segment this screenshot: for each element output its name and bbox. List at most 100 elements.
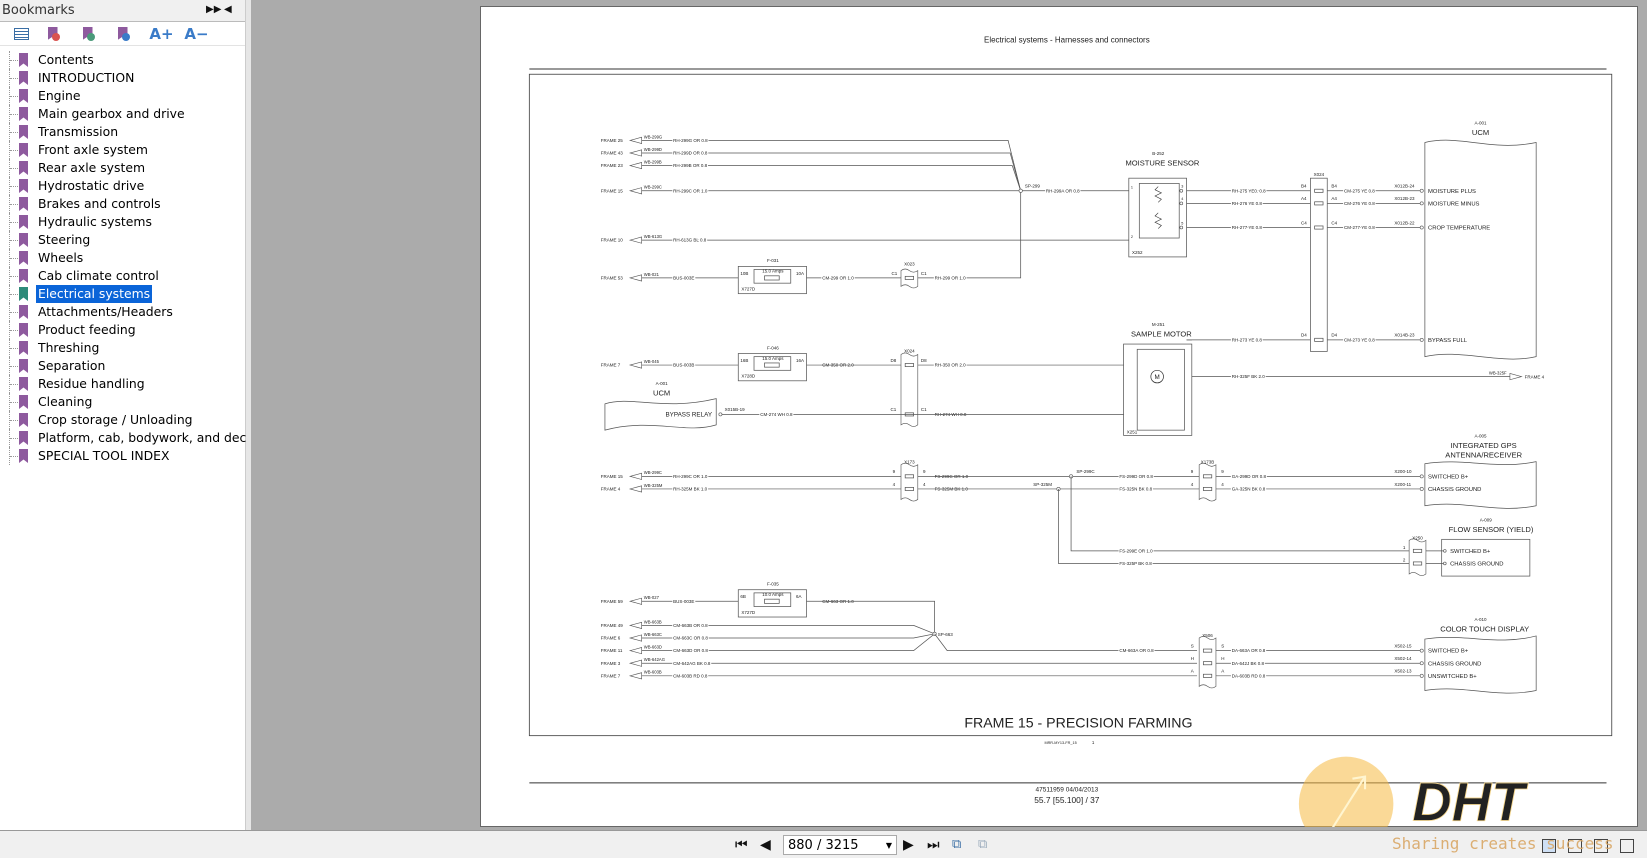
wire-tag: WB-325M [644,483,663,488]
connector-pin: C4 [1301,220,1307,225]
bookmark-item[interactable]: Residue handling [0,375,246,393]
bookmark-item[interactable]: Hydraulic systems [0,213,246,231]
ucm-pin: X012B-22 [1394,220,1415,225]
collapse-panel-icon[interactable]: ◀ [224,4,232,15]
harness-connector-icon [628,149,642,157]
harness-connector-icon [1509,373,1523,381]
first-page-button[interactable]: ⏮ [735,837,748,853]
bookmark-item[interactable]: Steering [0,231,246,249]
bookmark-item[interactable]: Threshing [0,339,246,357]
bookmark-item[interactable]: Wheels [0,249,246,267]
wire-tag: WB-663B [644,619,662,624]
connector-x024 [1310,177,1328,352]
connector-x023 [900,268,919,289]
bookmark-item[interactable]: Hydrostatic drive [0,177,246,195]
frame-ref: FRAME 23 [601,163,624,168]
fuse-connector: X727D [741,287,756,292]
previous-view-icon[interactable]: ⧉ [952,837,961,852]
next-page-button[interactable]: ▶ [903,837,914,853]
pin-icon [1419,337,1424,342]
fuse-id: F-046 [767,345,779,350]
bookmark-item[interactable]: SPECIAL TOOL INDEX [0,447,246,465]
increase-font-icon[interactable]: A+ [144,23,179,45]
frame-ref: FRAME 53 [601,275,624,280]
flow-signal: CHASSIS GROUND [1450,562,1503,568]
component-name: FLOW SENSOR (YIELD) [1449,525,1534,534]
wire-label: RH-299C OR 1.0 [673,188,708,193]
previous-page-button[interactable]: ◀ [760,837,771,853]
continuous-facing-view-icon[interactable] [1620,839,1634,853]
bookmark-item[interactable]: INTRODUCTION [0,69,246,87]
connector-id: X173 [904,460,915,465]
pin-number: 3 [1181,185,1183,189]
connector-pin: 9 [1191,469,1194,474]
connector-pin: H [1221,656,1224,661]
pin-icon [1419,673,1424,678]
wire-label: CM-603B RD 0.8 [673,673,708,678]
go-to-bookmark-icon[interactable] [109,23,144,45]
bookmark-item[interactable]: Platform, cab, bodywork, and decals [0,429,264,447]
component-name: ANTENNA/RECEIVER [1445,450,1522,459]
harness-connector-icon [628,647,642,655]
bookmark-label: Main gearbox and drive [38,106,185,121]
bookmark-item[interactable]: Separation [0,357,246,375]
wire-label: CM-299 OR 1.0 [822,275,854,280]
wire-label: BUS-003E [673,599,694,604]
relay-label: BYPASS RELAY [665,411,712,418]
splice-point [1018,188,1023,193]
diagram-label: DA-663A OR 0.8 [1232,648,1266,653]
decrease-font-icon[interactable]: A− [179,23,214,45]
diagram-label: FS-325N BK 0.8 [1119,487,1152,492]
connector-id: X251 [1127,429,1138,434]
bookmark-item[interactable]: Crop storage / Unloading [0,411,246,429]
expand-panel-icon[interactable]: ▶▶ [206,4,221,15]
last-page-button[interactable]: ⏭ [927,837,940,853]
bookmark-icon [19,215,28,229]
wire-label: CM-663C OR 0.8 [673,636,708,641]
wire-label: RH-299G OR 0.8 [673,138,708,143]
wiring-diagram: Electrical systems - Harnesses and conne… [528,36,1613,827]
bookmark-item[interactable]: Front axle system [0,141,246,159]
bookmark-icon [19,179,28,193]
fuse-id: F-035 [767,582,779,587]
bookmark-item[interactable]: Cleaning [0,393,246,411]
bookmark-item[interactable]: Cab climate control [0,267,246,285]
connector-pin: S [1191,643,1194,648]
bookmark-item[interactable]: Main gearbox and drive [0,105,246,123]
bookmark-item[interactable]: Transmission [0,123,246,141]
add-bookmark-icon[interactable] [74,23,109,45]
harness-connector-icon [628,274,642,282]
connector-pin: C1 [921,271,927,276]
diagram-label: SP-663 [938,632,954,637]
bookmark-item[interactable]: Engine [0,87,246,105]
bookmark-icon [19,377,28,391]
bookmark-list-icon[interactable] [4,23,39,45]
frame-ref: FRAME 7 [601,673,621,678]
delete-bookmark-icon[interactable] [39,23,74,45]
dropdown-arrow-icon[interactable]: ▼ [886,841,892,850]
frame-ref: FRAME 10 [601,238,624,243]
harness-connector-icon [628,361,642,369]
bookmark-item[interactable]: Brakes and controls [0,195,246,213]
connector-x506 [1198,636,1217,689]
bookmark-item[interactable]: Rear axle system [0,159,246,177]
bookmark-icon [19,251,28,265]
bookmark-item[interactable]: Contents [0,51,246,69]
bookmark-item[interactable]: Electrical systems [0,284,246,304]
connector-pin: D8 [921,358,927,363]
bookmark-label: INTRODUCTION [38,70,135,85]
bookmark-item[interactable]: Attachments/Headers [0,303,246,321]
connector-pin: S [1221,643,1224,648]
display-signal: CHASSIS GROUND [1428,661,1481,667]
bookmark-label: Cab climate control [38,268,159,283]
bookmark-item[interactable]: Product feeding [0,321,246,339]
page-number-field[interactable]: 880 / 3215 ▼ [783,835,897,855]
ucm-module [1424,139,1537,360]
next-view-icon[interactable]: ⧉ [978,837,987,852]
wire-label: BUS-003E [673,275,694,280]
bookmark-label: Threshing [38,340,100,355]
gps-signal: CHASSIS GROUND [1428,487,1481,493]
bookmark-label: Transmission [38,124,119,139]
connector-x173 [900,462,919,502]
wire-tag: WB-325F [1489,371,1507,376]
